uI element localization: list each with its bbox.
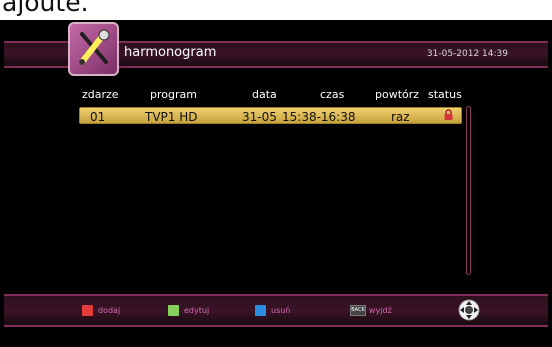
row-program: TVP1 HD — [145, 110, 198, 124]
back-key-icon: BACK — [350, 304, 366, 316]
row-time: 15:38-16:38 — [282, 110, 356, 124]
add-label: dodaj — [98, 305, 121, 315]
delete-action[interactable]: usuń — [255, 304, 290, 316]
green-key-icon — [168, 304, 179, 316]
delete-label: usuń — [271, 305, 291, 315]
top-strip: ajoute. — [0, 0, 552, 20]
page-title: harmonogram — [124, 45, 217, 60]
lock-icon — [444, 109, 453, 120]
app-icon — [68, 22, 119, 76]
red-key-icon — [82, 304, 93, 316]
exit-label: wyjdź — [369, 305, 392, 315]
datetime: 31-05-2012 14:39 — [426, 49, 508, 59]
column-header-powtorz: powtórz — [375, 88, 420, 101]
cut-title: ajoute. — [2, 0, 89, 17]
row-repeat: raz — [391, 110, 410, 124]
column-header-czas: czas — [320, 88, 345, 101]
column-header-program: program — [150, 88, 197, 101]
blue-key-icon — [255, 304, 266, 316]
row-date: 31-05 — [242, 110, 277, 124]
exit-action[interactable]: BACK wyjdź — [350, 304, 392, 316]
scrollbar[interactable] — [466, 106, 471, 275]
row-id: 01 — [90, 110, 106, 124]
add-action[interactable]: dodaj — [82, 304, 120, 316]
column-header-zdarze: zdarze — [82, 88, 119, 101]
column-header-data: data — [252, 88, 277, 101]
column-header-status: status — [428, 88, 462, 101]
edit-label: edytuj — [184, 305, 210, 315]
navigation-pad-icon — [458, 299, 480, 321]
edit-action[interactable]: edytuj — [168, 304, 209, 316]
